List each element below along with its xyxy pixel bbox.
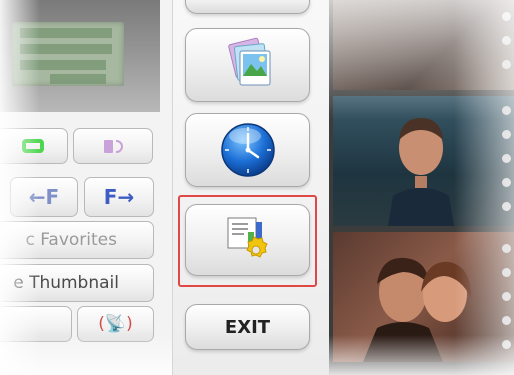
volume-icon bbox=[103, 139, 123, 153]
lcd-line bbox=[20, 28, 112, 38]
radio-button[interactable]: (📡) bbox=[77, 306, 154, 342]
lcd-line bbox=[20, 44, 112, 54]
radio-icon: (📡) bbox=[98, 314, 133, 334]
thumbnail-button[interactable]: e Thumbnail bbox=[0, 264, 154, 302]
middle-panel: EXIT bbox=[172, 0, 331, 375]
lcd-line bbox=[50, 74, 106, 84]
left-panel: ←F F→ c Favorites e Thumbnail (📡) bbox=[0, 0, 172, 375]
video-thumbnail-strip bbox=[329, 0, 514, 375]
thumbnail-label: e Thumbnail bbox=[13, 273, 119, 293]
rewind-button[interactable]: ←F bbox=[10, 177, 78, 217]
volume-button[interactable] bbox=[73, 128, 153, 164]
settings-selection-highlight bbox=[178, 195, 317, 287]
rewind-label: ←F bbox=[28, 185, 60, 209]
exit-button[interactable]: EXIT bbox=[185, 304, 310, 350]
lcd-line bbox=[20, 60, 106, 70]
strip-bottom-fade bbox=[329, 335, 514, 375]
exit-label: EXIT bbox=[224, 316, 271, 338]
photo-icon bbox=[227, 37, 270, 86]
blank-button[interactable] bbox=[0, 306, 72, 342]
clock-button[interactable] bbox=[185, 113, 310, 187]
media-center-screen: ←F F→ c Favorites e Thumbnail (📡) EXIT bbox=[0, 0, 514, 375]
favorites-button[interactable]: c Favorites bbox=[0, 221, 154, 259]
favorites-label: c Favorites bbox=[25, 230, 117, 250]
repeat-icon bbox=[22, 139, 44, 153]
fast-forward-button[interactable]: F→ bbox=[84, 177, 154, 217]
fast-forward-label: F→ bbox=[103, 185, 135, 209]
photos-button[interactable] bbox=[185, 28, 310, 102]
repeat-button[interactable] bbox=[0, 128, 68, 164]
strip-right-fade bbox=[454, 0, 514, 375]
clock-icon bbox=[220, 123, 275, 177]
top-partial-button[interactable] bbox=[185, 0, 310, 14]
preview-screen bbox=[0, 0, 160, 112]
preview-lcd-display bbox=[12, 22, 124, 86]
